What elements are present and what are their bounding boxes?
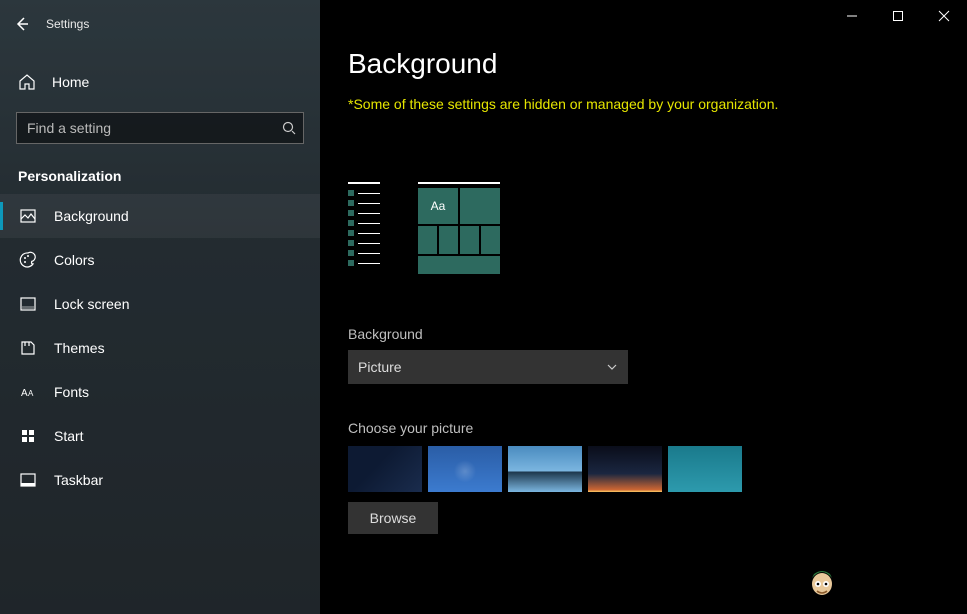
page-title: Background: [348, 48, 939, 80]
browse-button-label: Browse: [370, 510, 417, 526]
sidebar-item-colors[interactable]: Colors: [0, 238, 320, 282]
picture-thumbnail[interactable]: [668, 446, 742, 492]
sidebar-home-label: Home: [52, 74, 89, 90]
sidebar-topbar: Settings: [0, 8, 320, 40]
lockscreen-icon: [18, 295, 38, 313]
home-icon: [18, 73, 36, 91]
sidebar-item-label: Start: [54, 428, 84, 444]
picture-thumbnail[interactable]: [428, 446, 502, 492]
close-button[interactable]: [921, 0, 967, 32]
org-warning: *Some of these settings are hidden or ma…: [348, 96, 939, 112]
preview-list: [348, 182, 380, 274]
window-controls: [829, 0, 967, 32]
sidebar-item-start[interactable]: Start: [0, 414, 320, 458]
sidebar-item-label: Themes: [54, 340, 105, 356]
back-button[interactable]: [6, 8, 38, 40]
minimize-button[interactable]: [829, 0, 875, 32]
choose-picture-label: Choose your picture: [348, 420, 939, 436]
themes-icon: [18, 339, 38, 357]
sidebar-item-label: Lock screen: [54, 296, 129, 312]
svg-text:A: A: [21, 388, 28, 399]
taskbar-icon: [18, 471, 38, 489]
content-area: Background *Some of these settings are h…: [320, 0, 967, 614]
maximize-icon: [892, 10, 904, 22]
sidebar-item-label: Taskbar: [54, 472, 103, 488]
desktop-preview: Aa: [348, 182, 939, 274]
palette-icon: [18, 251, 38, 269]
start-icon: [18, 427, 38, 445]
picture-thumbnail[interactable]: [588, 446, 662, 492]
sidebar-item-background[interactable]: Background: [0, 194, 320, 238]
sidebar-item-label: Fonts: [54, 384, 89, 400]
preview-tiles: Aa: [418, 182, 500, 274]
search-input[interactable]: [16, 112, 304, 144]
picture-thumbnail[interactable]: [508, 446, 582, 492]
image-icon: [18, 207, 38, 225]
close-icon: [938, 10, 950, 22]
section-title: Personalization: [0, 144, 320, 194]
background-dropdown-value: Picture: [358, 359, 402, 375]
settings-app: Settings Home Personalization Background: [0, 0, 967, 614]
sidebar-item-taskbar[interactable]: Taskbar: [0, 458, 320, 502]
picture-thumbnails: [348, 446, 939, 492]
sidebar-item-themes[interactable]: Themes: [0, 326, 320, 370]
fonts-icon: AA: [18, 383, 38, 401]
sidebar-item-lockscreen[interactable]: Lock screen: [0, 282, 320, 326]
search-wrap: [16, 112, 304, 144]
preview-sample-text: Aa: [418, 188, 458, 224]
picture-thumbnail[interactable]: [348, 446, 422, 492]
chevron-down-icon: [606, 361, 618, 373]
search-icon: [282, 121, 296, 135]
sidebar: Settings Home Personalization Background: [0, 0, 320, 614]
arrow-left-icon: [14, 16, 30, 32]
minimize-icon: [846, 10, 858, 22]
sidebar-item-fonts[interactable]: AA Fonts: [0, 370, 320, 414]
svg-text:A: A: [28, 389, 34, 398]
sidebar-item-label: Colors: [54, 252, 94, 268]
assistant-avatar-icon: [805, 564, 839, 604]
browse-button[interactable]: Browse: [348, 502, 438, 534]
sidebar-home[interactable]: Home: [0, 62, 320, 102]
app-title: Settings: [46, 17, 89, 31]
background-field-label: Background: [348, 326, 939, 342]
maximize-button[interactable]: [875, 0, 921, 32]
background-dropdown[interactable]: Picture: [348, 350, 628, 384]
sidebar-item-label: Background: [54, 208, 129, 224]
